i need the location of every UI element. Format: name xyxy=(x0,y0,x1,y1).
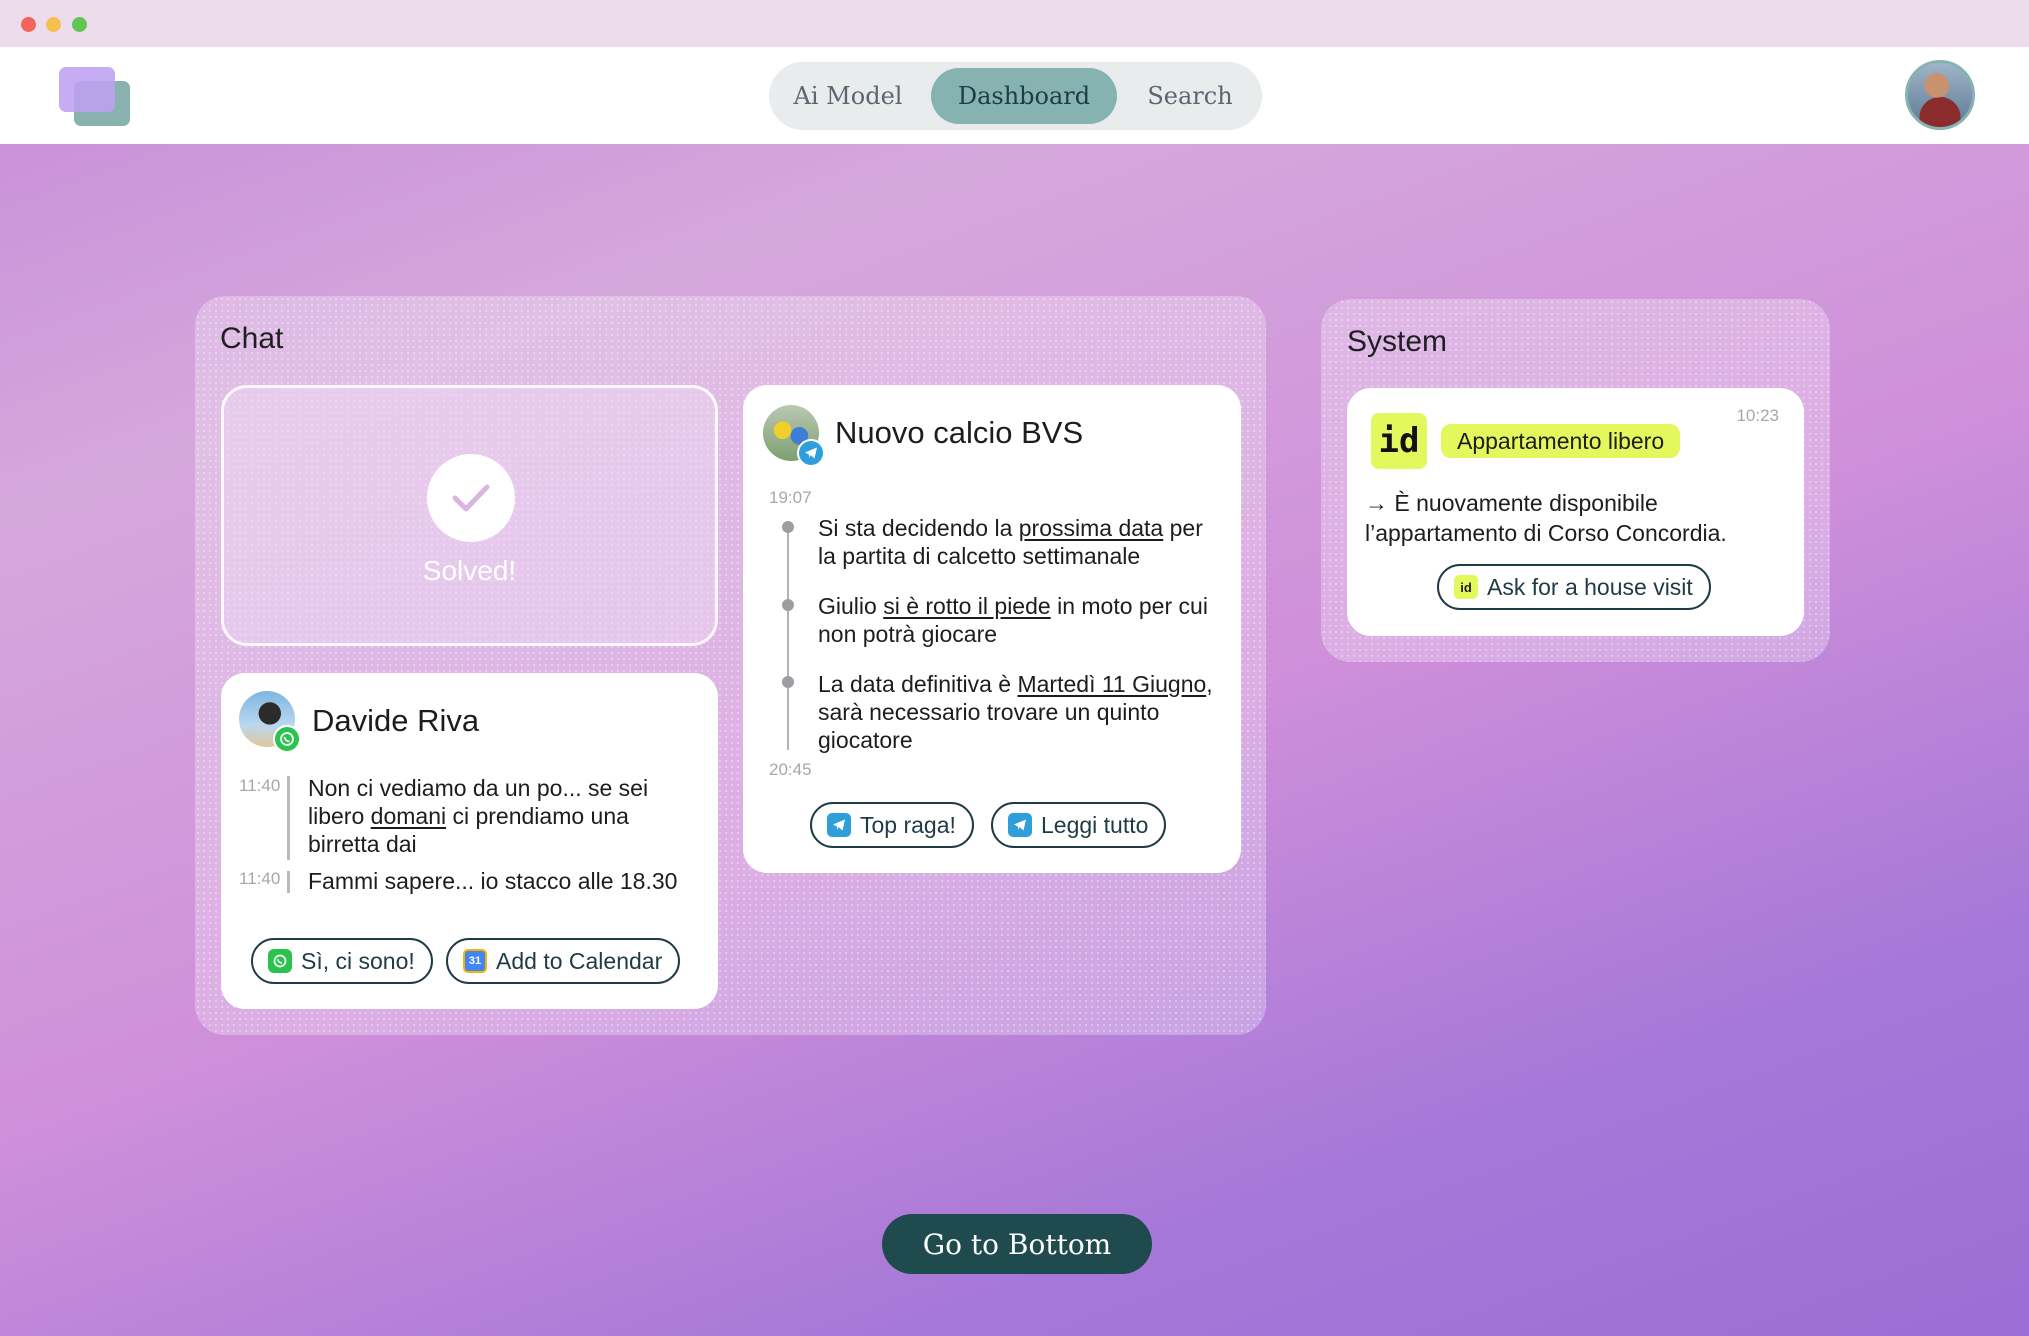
tab-dashboard[interactable]: Dashboard xyxy=(931,68,1117,124)
top-raga-label: Top raga! xyxy=(860,811,956,838)
user-avatar[interactable] xyxy=(1905,60,1975,130)
timeline-end-time: 20:45 xyxy=(769,760,812,779)
notification-time: 10:23 xyxy=(1736,406,1779,425)
system-panel-title: System xyxy=(1347,325,1448,358)
top-navigation-bar: Ai Model Dashboard Search xyxy=(0,47,2029,144)
telegram-icon xyxy=(827,813,851,837)
message-text: Non ci vediamo da un po... se sei libero… xyxy=(308,775,649,857)
close-window-icon[interactable] xyxy=(21,17,36,32)
top-raga-button[interactable]: Top raga! xyxy=(810,802,974,848)
whatsapp-icon xyxy=(268,949,292,973)
ask-house-visit-label: Ask for a house visit xyxy=(1487,573,1693,600)
whatsapp-icon xyxy=(273,725,301,753)
go-to-bottom-button[interactable]: Go to Bottom xyxy=(882,1214,1152,1274)
calendar-icon: 31 xyxy=(463,949,487,973)
app-logo[interactable] xyxy=(59,67,131,127)
message-time: 11:40 xyxy=(239,776,281,795)
idealista-logo: id xyxy=(1371,413,1427,469)
telegram-icon xyxy=(797,439,825,467)
check-icon xyxy=(427,454,515,542)
main-tab-switcher: Ai Model Dashboard Search xyxy=(769,62,1262,130)
leggi-tutto-label: Leggi tutto xyxy=(1041,811,1149,838)
ask-house-visit-button[interactable]: id Ask for a house visit xyxy=(1437,564,1711,610)
notification-tag: Appartamento libero xyxy=(1441,424,1681,458)
solved-label: Solved! xyxy=(422,555,517,586)
message-text: Fammi sapere... io stacco alle 18.30 xyxy=(308,868,678,894)
maximize-window-icon[interactable] xyxy=(72,17,87,32)
timeline-line xyxy=(787,522,789,750)
message-link-domani[interactable]: domani xyxy=(371,803,446,829)
leggi-tutto-button[interactable]: Leggi tutto xyxy=(991,802,1167,848)
telegram-icon xyxy=(1008,813,1032,837)
timeline-message: Giulio si è rotto il piede in moto per c… xyxy=(818,593,1208,647)
chat-card-davide-riva: Davide Riva 11:40 Non ci vediamo da un p… xyxy=(221,673,718,1009)
minimize-window-icon[interactable] xyxy=(46,17,61,32)
add-to-calendar-label: Add to Calendar xyxy=(496,947,663,974)
timeline-message: La data definitiva è Martedì 11 Giugno, … xyxy=(818,671,1213,753)
timeline-dot xyxy=(782,676,794,688)
message-bar xyxy=(287,776,290,860)
timeline-dot xyxy=(782,521,794,533)
solved-card[interactable]: Solved! xyxy=(221,385,718,646)
chat-panel-title: Chat xyxy=(220,322,284,355)
notification-body: → È nuovamente disponibile l’appartament… xyxy=(1365,490,1727,546)
tab-ai-model[interactable]: Ai Model xyxy=(779,68,917,124)
message-bar xyxy=(287,871,290,893)
avatar xyxy=(763,405,825,467)
message-link-prossima-data[interactable]: prossima data xyxy=(1019,515,1163,541)
message-time: 11:40 xyxy=(239,869,281,888)
message-link-data[interactable]: Martedì 11 Giugno xyxy=(1017,671,1206,697)
timeline-message: Si sta decidendo la prossima data per la… xyxy=(818,515,1203,569)
window-titlebar xyxy=(0,0,2029,47)
add-to-calendar-button[interactable]: 31 Add to Calendar xyxy=(446,938,681,984)
timeline-dot xyxy=(782,599,794,611)
id-icon: id xyxy=(1454,575,1478,599)
message-link-piede[interactable]: si è rotto il piede xyxy=(883,593,1050,619)
logo-front-square xyxy=(59,67,115,112)
timeline-start-time: 19:07 xyxy=(769,488,812,507)
contact-name: Davide Riva xyxy=(312,703,480,738)
avatar xyxy=(239,691,301,753)
tab-search[interactable]: Search xyxy=(1125,68,1255,124)
reply-yes-label: Sì, ci sono! xyxy=(301,947,415,974)
reply-yes-button[interactable]: Sì, ci sono! xyxy=(251,938,433,984)
group-name: Nuovo calcio BVS xyxy=(835,415,1084,450)
